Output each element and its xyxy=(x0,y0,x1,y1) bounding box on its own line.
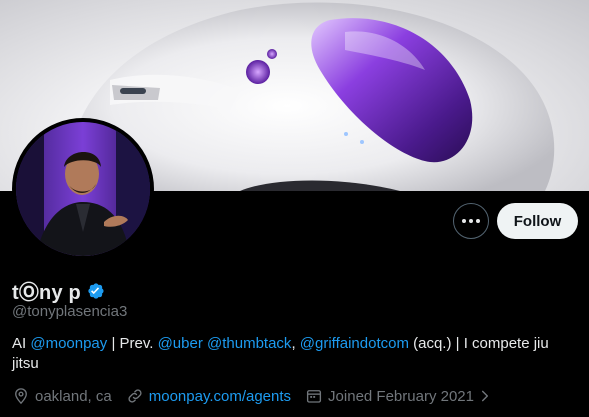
more-options-button[interactable] xyxy=(453,203,489,239)
mention-link[interactable]: @uber xyxy=(158,335,203,352)
verified-badge-icon[interactable] xyxy=(85,281,105,301)
joined-date: Joined February 2021 xyxy=(328,387,474,405)
website-link[interactable]: moonpay.com/agents xyxy=(149,388,291,405)
link-icon xyxy=(128,389,142,403)
profile-meta: oakland, ca moonpay.com/agents Joined Fe… xyxy=(12,387,511,405)
mention-link[interactable]: @griffaindotcom xyxy=(300,335,409,352)
profile-handle: @tonyplasencia3 xyxy=(12,303,128,320)
name-row: tⓄny p xyxy=(12,276,105,305)
website-item[interactable]: moonpay.com/agents xyxy=(126,387,291,405)
location-pin-icon xyxy=(15,388,27,405)
display-name: tⓄny p xyxy=(12,282,81,304)
mention-link[interactable]: @thumbtack xyxy=(207,335,291,352)
location-text: oakland, ca xyxy=(35,387,112,405)
mention-link[interactable]: @moonpay xyxy=(30,335,107,352)
more-dots-icon xyxy=(462,219,480,223)
bio-text: | Prev. xyxy=(107,335,158,352)
calendar-icon xyxy=(306,390,322,403)
follow-button[interactable]: Follow xyxy=(497,203,578,239)
bio-text: AI xyxy=(12,335,31,352)
chevron-right-icon xyxy=(481,390,489,402)
profile-avatar[interactable] xyxy=(12,118,154,260)
joined-item[interactable]: Joined February 2021 xyxy=(305,387,497,405)
profile-bio: AI @moonpay | Prev. @uber @thumbtack, @g… xyxy=(12,334,572,374)
bio-text: , xyxy=(291,335,300,352)
profile-photo xyxy=(16,122,150,256)
location-item: oakland, ca xyxy=(12,387,112,405)
